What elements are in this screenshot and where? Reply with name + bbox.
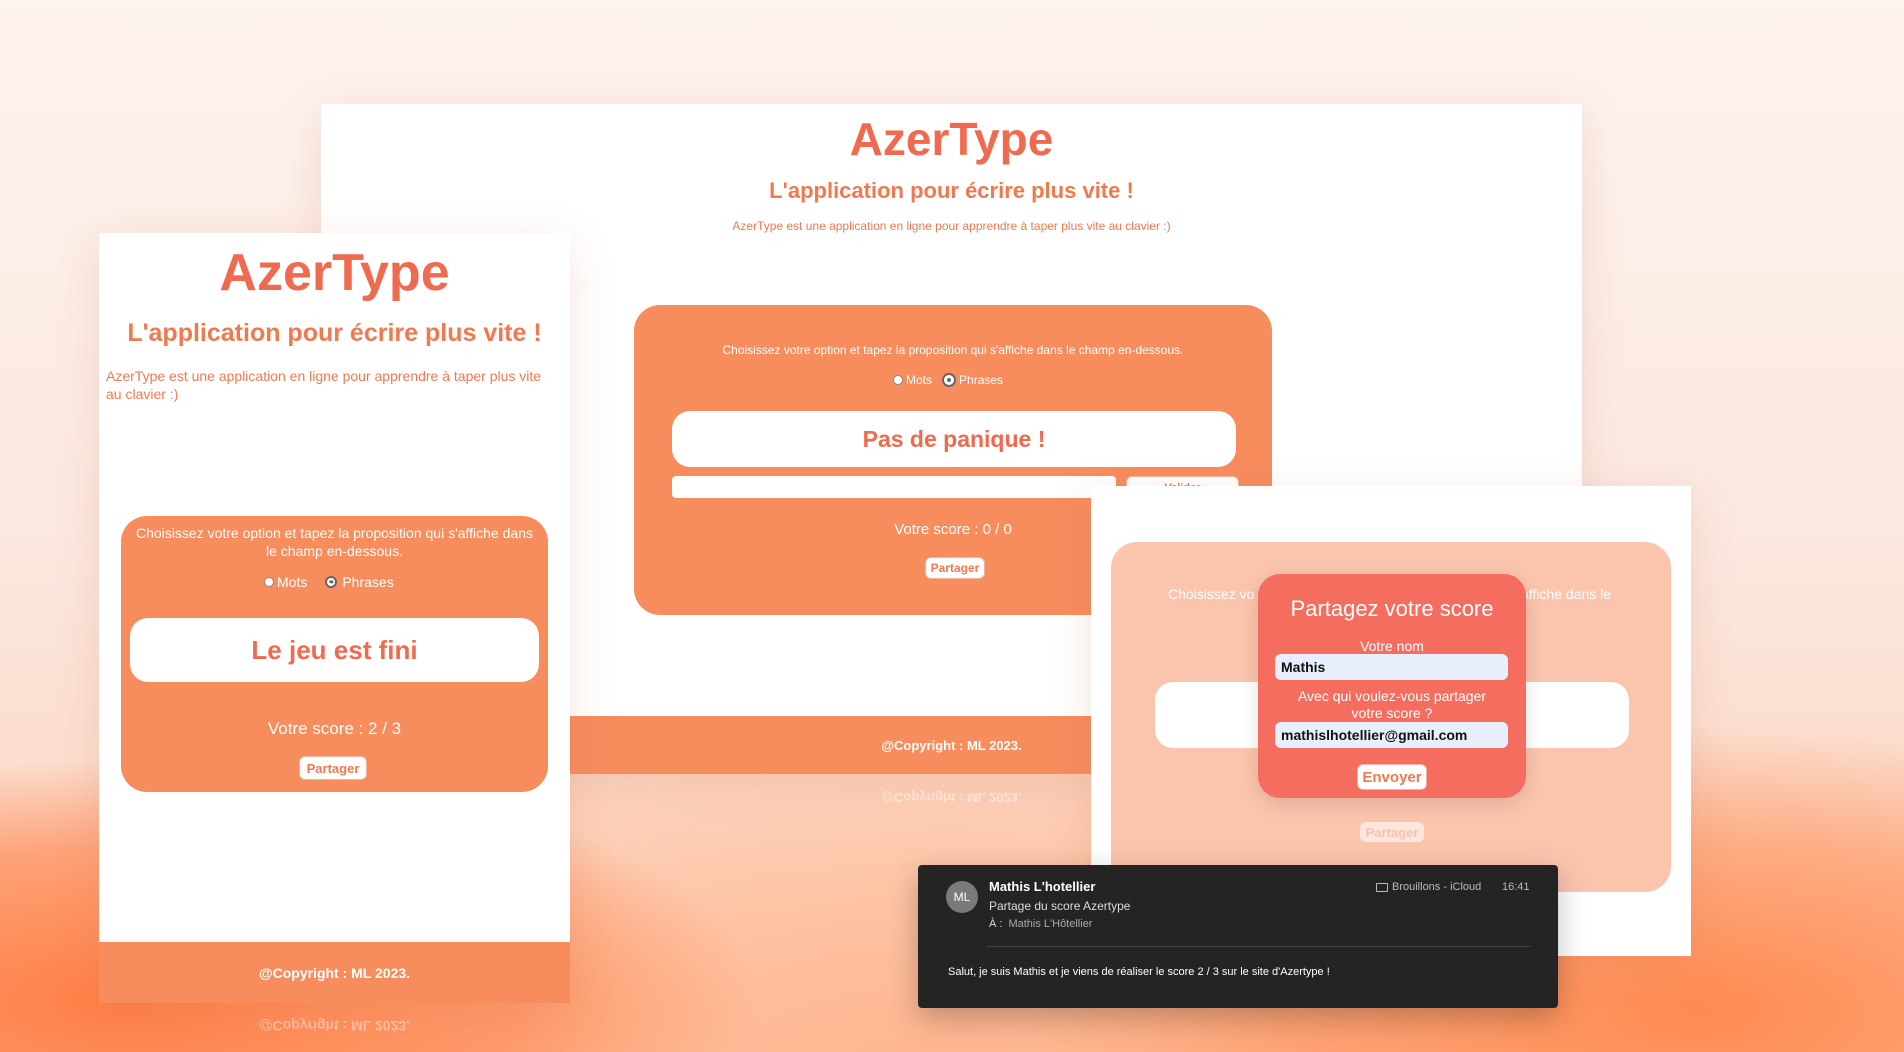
desktop-options: Mots Phrases <box>893 373 1003 387</box>
folder-row: Brouillons - iCloud <box>1376 881 1481 893</box>
share-modal: Partagez votre score Votre nom Avec qui … <box>1258 574 1526 798</box>
mobile-prompt: Le jeu est fini <box>130 618 539 682</box>
desktop-instructions: Choisissez votre option et tapez la prop… <box>722 343 1184 357</box>
email-subject: Partage du score Azertype <box>989 899 1131 913</box>
recipient-row: À : Mathis L'Hôtellier <box>989 918 1092 930</box>
desktop-title: AzerType <box>849 113 1054 165</box>
desktop-subtitle: L'application pour écrire plus vite ! <box>769 178 1134 203</box>
email-label-line2: votre score ? <box>1351 705 1433 721</box>
sender-avatar: ML <box>946 881 978 913</box>
desktop-prompt: Pas de panique ! <box>672 411 1236 467</box>
sender-name: Mathis L'hotellier <box>989 879 1096 894</box>
mobile-window: AzerType L'application pour écrire plus … <box>99 233 570 1003</box>
mobile-score: Votre score : 2 / 3 <box>267 719 402 738</box>
mobile-options: Mots Phrases <box>264 574 394 590</box>
mobile-title: AzerType <box>219 244 450 302</box>
folder-icon <box>1376 882 1388 892</box>
email-divider <box>987 946 1530 947</box>
desktop-description: AzerType est une application en ligne po… <box>732 219 1171 233</box>
mobile-footer: @Copyright : ML 2023. <box>99 942 570 1003</box>
share-bg-text-right: affiche dans le <box>1521 586 1612 602</box>
send-button[interactable]: Envoyer <box>1357 764 1427 790</box>
words-radio[interactable] <box>893 375 903 385</box>
to-label: À : <box>989 918 1003 930</box>
email-label: Avec qui voulez-vous partager votre scor… <box>1258 688 1526 722</box>
share-bg-text-left: Choisissez vo <box>1168 586 1255 602</box>
name-input[interactable] <box>1275 654 1508 680</box>
mobile-sentences-radio[interactable] <box>325 576 338 588</box>
email-label-line1: Avec qui voulez-vous partager <box>1297 688 1487 704</box>
mobile-share-button[interactable]: Partager <box>299 756 367 780</box>
modal-title: Partagez votre score <box>1290 596 1494 621</box>
folder-name: Brouillons - iCloud <box>1392 881 1482 893</box>
email-body: Salut, je suis Mathis et je viens de réa… <box>948 966 1330 978</box>
mobile-subtitle: L'application pour écrire plus vite ! <box>127 319 542 347</box>
desktop-typing-input[interactable] <box>672 476 1116 498</box>
name-label: Votre nom <box>1360 638 1424 654</box>
mobile-instructions: Choisissez votre option et tapez la prop… <box>136 525 533 559</box>
desktop-share-button[interactable]: Partager <box>925 557 985 579</box>
mobile-words-radio[interactable] <box>264 577 274 587</box>
share-bg-share-button: Partager <box>1360 822 1424 842</box>
mobile-words-label[interactable]: Mots <box>277 574 307 590</box>
mobile-game-card: Choisissez votre option et tapez la prop… <box>121 516 548 792</box>
email-preview[interactable]: ML Mathis L'hotellier Partage du score A… <box>918 865 1558 1008</box>
sentences-label[interactable]: Phrases <box>959 373 1003 387</box>
email-input[interactable] <box>1275 722 1508 748</box>
recipient-name: Mathis L'Hôtellier <box>1008 918 1093 930</box>
mobile-sentences-label[interactable]: Phrases <box>342 574 393 590</box>
sentences-radio[interactable] <box>942 373 957 387</box>
email-time: 16:41 <box>1502 881 1530 893</box>
mobile-description: AzerType est une application en ligne po… <box>106 368 542 402</box>
words-label[interactable]: Mots <box>906 373 932 387</box>
mobile-footer-reflection: @Copyright : ML 2023. <box>258 1018 411 1034</box>
